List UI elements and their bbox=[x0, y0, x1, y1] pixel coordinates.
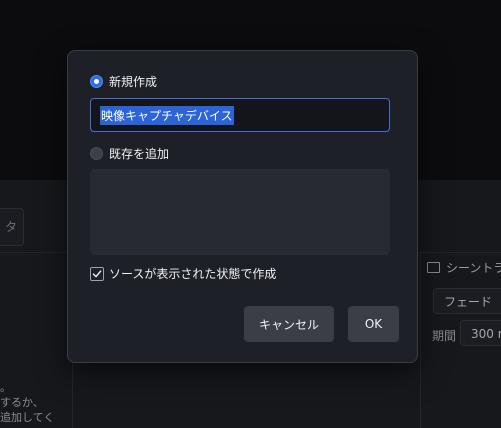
make-visible-checkbox[interactable] bbox=[90, 266, 104, 281]
make-visible-checkbox-row[interactable]: ソースが表示された状態で作成 bbox=[90, 265, 276, 282]
option-create-new-label: 新規作成 bbox=[109, 75, 158, 89]
scene-transitions-title: シーントラ bbox=[427, 259, 501, 276]
source-name-input[interactable]: 映像キャプチャデバイス bbox=[90, 98, 390, 132]
dock-window-icon bbox=[427, 262, 440, 273]
existing-sources-list[interactable] bbox=[90, 169, 390, 255]
option-add-existing-label: 既存を追加 bbox=[109, 147, 170, 161]
scene-transitions-title-text: シーントラ bbox=[446, 261, 501, 275]
background-toolbar-button: タ bbox=[0, 208, 24, 246]
create-source-dialog: 新規作成 映像キャプチャデバイス 既存を追加 ソースが表示された状態で作成 キャ… bbox=[67, 50, 418, 363]
source-name-value: 映像キャプチャデバイス bbox=[100, 105, 234, 125]
cancel-button[interactable]: キャンセル bbox=[244, 306, 334, 342]
background-toolbar-button-label: タ bbox=[4, 220, 17, 234]
radio-selected-icon[interactable] bbox=[90, 75, 103, 88]
option-create-new[interactable]: 新規作成 bbox=[90, 73, 157, 90]
transition-select: フェード bbox=[433, 288, 501, 314]
checkmark-icon bbox=[92, 269, 102, 277]
duration-label: 期間 bbox=[432, 329, 457, 343]
dock-divider bbox=[420, 253, 421, 428]
sources-help-text: 。 するか、 追加してく bbox=[0, 381, 55, 424]
option-add-existing[interactable]: 既存を追加 bbox=[90, 145, 169, 162]
duration-field: 300 m bbox=[460, 320, 501, 346]
make-visible-label: ソースが表示された状態で作成 bbox=[109, 267, 277, 281]
ok-button[interactable]: OK bbox=[348, 306, 399, 342]
radio-unselected-icon[interactable] bbox=[90, 147, 103, 160]
